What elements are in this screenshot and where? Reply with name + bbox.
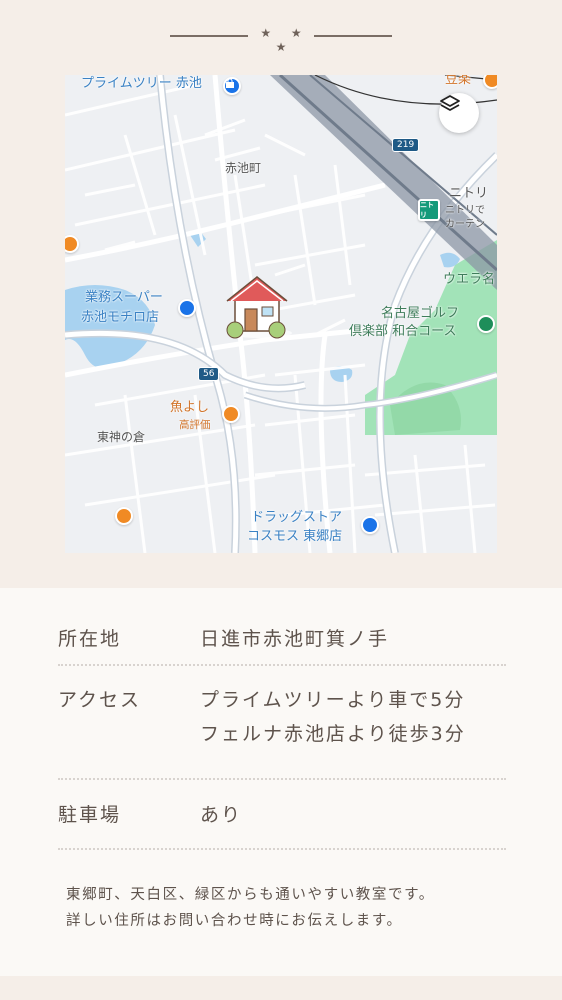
- bottom-band: [0, 976, 562, 1000]
- poi-label-gyomu-store[interactable]: 赤池モチロ店: [81, 310, 159, 326]
- info-value: プライムツリーより車で5分 フェルナ赤池店より徒歩3分: [200, 683, 466, 751]
- layers-icon: [440, 95, 460, 111]
- poi-label-golf-course[interactable]: 倶楽部 和合コース: [349, 324, 456, 340]
- poi-label-uoyoshi[interactable]: 魚よし: [170, 400, 209, 416]
- info-key: 駐車場: [58, 804, 122, 826]
- access-info-panel: 所在地 日進市赤池町箕ノ手 アクセス プライムツリーより車で5分 フェルナ赤池店…: [0, 588, 562, 976]
- shopping-bag-icon[interactable]: [361, 516, 379, 534]
- shopping-bag-icon[interactable]: [223, 77, 241, 95]
- info-row-access: アクセス プライムツリーより車で5分 フェルナ赤池店より徒歩3分: [58, 666, 506, 780]
- area-label-akaike-cho: 赤池町: [225, 161, 262, 175]
- ornament-divider: ★ ★ ★: [0, 26, 562, 54]
- poi-label-gyomu-super[interactable]: 業務スーパー: [85, 290, 163, 306]
- poi-label-uetera[interactable]: ウエラ名: [443, 272, 495, 288]
- info-value-line: フェルナ赤池店より徒歩3分: [200, 723, 466, 745]
- poi-rating-label: 高評価: [179, 419, 211, 431]
- info-key: 所在地: [58, 628, 122, 650]
- restaurant-icon[interactable]: [222, 405, 240, 423]
- info-key: アクセス: [58, 689, 142, 711]
- route-badge-56: 56: [198, 367, 220, 381]
- poi-label-nitori-sub2: カーテン: [445, 219, 485, 230]
- info-value: 日進市赤池町箕ノ手: [200, 628, 390, 650]
- cart-icon[interactable]: [178, 299, 196, 317]
- divider-line-right: [314, 35, 392, 37]
- poi-label-golf-name[interactable]: 名古屋ゴルフ: [381, 306, 459, 322]
- nitori-logo-icon[interactable]: ニトリ: [418, 199, 440, 221]
- poi-label-drugstore-branch[interactable]: コスモス 東郷店: [247, 529, 342, 545]
- poi-label-nitori[interactable]: ニトリ: [449, 186, 488, 202]
- divider-line-left: [170, 35, 248, 37]
- info-value-line: プライムツリーより車で5分: [200, 689, 466, 711]
- golf-icon[interactable]: [477, 315, 495, 333]
- info-row-parking: 駐車場 あり: [58, 780, 506, 850]
- layers-button[interactable]: [439, 93, 479, 133]
- divider-stars: ★ ★ ★: [260, 26, 310, 54]
- route-badge-219: 219: [392, 138, 420, 152]
- info-note: 東郷町、天白区、緑区からも通いやすい教室です。 詳しい住所はお問い合わせ時にお伝…: [66, 882, 435, 934]
- info-value: あり: [200, 804, 243, 826]
- poi-label-nitori-sub1: ニトリで: [445, 205, 485, 216]
- poi-label-prime-tree[interactable]: プライムツリー 赤池: [81, 76, 202, 92]
- info-row-address: 所在地 日進市赤池町箕ノ手: [58, 610, 506, 666]
- poi-label-drugstore[interactable]: ドラッグストア: [251, 510, 342, 526]
- info-note-line: 詳しい住所はお問い合わせ時にお伝えします。: [66, 913, 403, 929]
- map-view[interactable]: プライムツリー 赤池 豆楽 219 赤池町 ニトリ ニトリ ニトリで カーテン …: [65, 75, 497, 553]
- restaurant-icon[interactable]: [115, 507, 133, 525]
- poi-label-tofu[interactable]: 豆楽: [445, 75, 471, 88]
- info-note-line: 東郷町、天白区、緑区からも通いやすい教室です。: [66, 887, 435, 903]
- area-label-higashi-kaminokura: 東神の倉: [97, 430, 146, 444]
